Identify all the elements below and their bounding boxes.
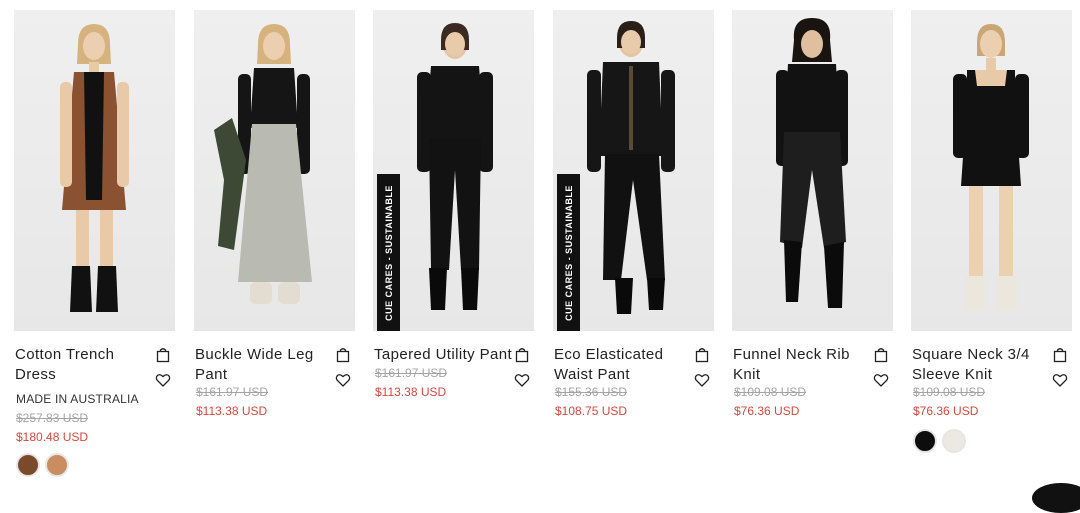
- shopping-bag-icon[interactable]: [694, 347, 710, 363]
- price-block: $109.08 USD $76.36 USD: [913, 383, 985, 421]
- sale-price: $113.38 USD: [375, 385, 447, 399]
- model-figure: [776, 18, 848, 308]
- color-swatch[interactable]: [16, 453, 40, 477]
- color-swatches: [913, 429, 966, 453]
- product-image[interactable]: CUE CARES - SUSTAINABLE: [553, 10, 714, 331]
- model-figure: [214, 24, 312, 304]
- heart-icon[interactable]: [1052, 372, 1068, 388]
- price-block: $161.97 USD $113.38 USD: [375, 364, 447, 402]
- sale-price: $76.36 USD: [913, 404, 979, 418]
- shopping-bag-icon[interactable]: [155, 347, 171, 363]
- original-price: $109.08 USD: [734, 385, 807, 399]
- color-swatch[interactable]: [942, 429, 966, 453]
- product-name[interactable]: Tapered Utility Pant: [374, 345, 514, 365]
- product-card[interactable]: Cotton Trench Dress MADE IN AUSTRALIA $2…: [14, 10, 175, 481]
- product-card[interactable]: Buckle Wide Leg Pant $161.97 USD $113.38…: [194, 10, 355, 481]
- origin-tag: MADE IN AUSTRALIA: [16, 392, 139, 406]
- sale-price: $108.75 USD: [555, 404, 628, 418]
- sustainable-badge: CUE CARES - SUSTAINABLE: [557, 174, 580, 331]
- product-image[interactable]: [732, 10, 893, 331]
- product-card[interactable]: Square Neck 3/4 Sleeve Knit $109.08 USD …: [911, 10, 1072, 481]
- product-card[interactable]: Funnel Neck Rib Knit $109.08 USD $76.36 …: [732, 10, 893, 481]
- shopping-bag-icon[interactable]: [514, 347, 530, 363]
- product-image[interactable]: [911, 10, 1072, 331]
- color-swatch[interactable]: [45, 453, 69, 477]
- shopping-bag-icon[interactable]: [873, 347, 889, 363]
- sustainable-badge: CUE CARES - SUSTAINABLE: [377, 174, 400, 331]
- color-swatch[interactable]: [913, 429, 937, 453]
- price-block: $155.36 USD $108.75 USD: [555, 383, 627, 421]
- product-name[interactable]: Square Neck 3/4 Sleeve Knit: [912, 345, 1040, 385]
- price-block: $109.08 USD $76.36 USD: [734, 383, 806, 421]
- product-image[interactable]: [14, 10, 175, 331]
- original-price: $161.97 USD: [196, 385, 269, 399]
- color-swatches: [16, 453, 69, 477]
- product-card[interactable]: CUE CARES - SUSTAINABLE Eco Elasticated …: [553, 10, 714, 481]
- shopping-bag-icon[interactable]: [1052, 347, 1068, 363]
- original-price: $257.83 USD: [16, 411, 89, 425]
- original-price: $109.08 USD: [913, 385, 986, 399]
- sale-price: $180.48 USD: [16, 430, 89, 444]
- model-figure: [953, 24, 1029, 310]
- model-figure: [60, 24, 129, 312]
- heart-icon[interactable]: [155, 372, 171, 388]
- heart-icon[interactable]: [514, 372, 530, 388]
- heart-icon[interactable]: [335, 372, 351, 388]
- sale-price: $113.38 USD: [196, 404, 268, 418]
- product-image[interactable]: CUE CARES - SUSTAINABLE: [373, 10, 534, 331]
- chat-launcher[interactable]: [1032, 483, 1080, 513]
- product-image[interactable]: [194, 10, 355, 331]
- price-block: $161.97 USD $113.38 USD: [196, 383, 268, 421]
- product-name[interactable]: Buckle Wide Leg Pant: [195, 345, 323, 385]
- price-block: MADE IN AUSTRALIA $257.83 USD $180.48 US…: [16, 390, 139, 447]
- original-price: $155.36 USD: [555, 385, 628, 399]
- product-name[interactable]: Cotton Trench Dress: [15, 345, 143, 385]
- heart-icon[interactable]: [873, 372, 889, 388]
- product-card[interactable]: CUE CARES - SUSTAINABLE Tapered Utility …: [373, 10, 534, 481]
- product-name[interactable]: Eco Elasticated Waist Pant: [554, 345, 682, 385]
- shopping-bag-icon[interactable]: [335, 347, 351, 363]
- heart-icon[interactable]: [694, 372, 710, 388]
- sale-price: $76.36 USD: [734, 404, 800, 418]
- product-name[interactable]: Funnel Neck Rib Knit: [733, 345, 861, 385]
- original-price: $161.97 USD: [375, 366, 448, 380]
